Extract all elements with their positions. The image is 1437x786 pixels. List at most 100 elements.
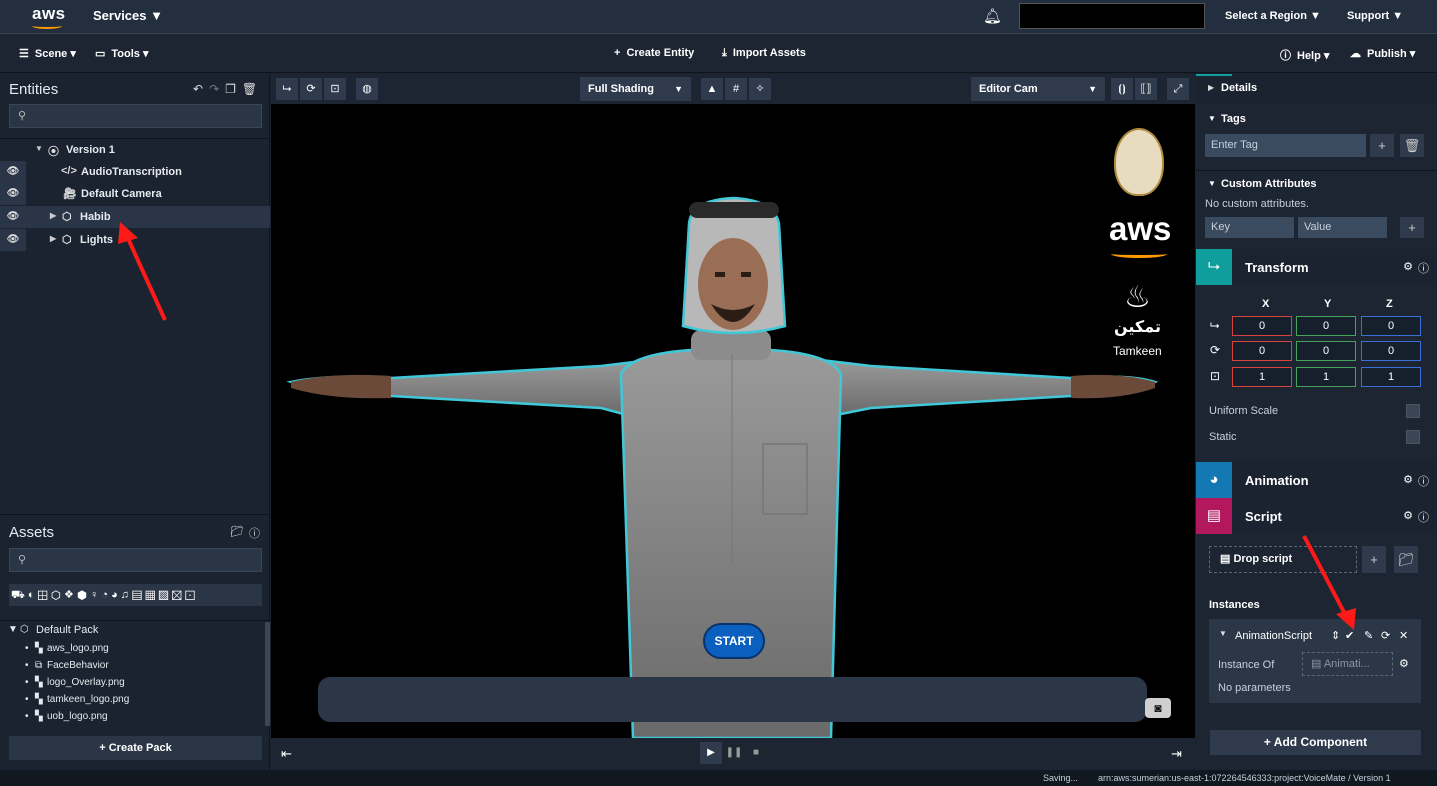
undo-icon[interactable]: ↶ (193, 82, 209, 96)
assets-title: Assets (9, 524, 55, 541)
expand-icon[interactable]: ▶ (50, 211, 56, 220)
publish-menu[interactable]: ☁ Publish ▾ (1350, 47, 1415, 60)
play-button[interactable]: ▶ (700, 742, 722, 764)
trash-icon[interactable]: 🗑︎ (242, 82, 263, 96)
search-icon: ⚲ (18, 110, 27, 122)
script-component-header[interactable]: ▤ Script ⚙ ⓘ (1196, 498, 1437, 534)
tree-row-audiotranscription[interactable]: 👁︎ </> AudioTranscription (0, 161, 270, 183)
frame-icon[interactable]: ⟦⟧ (1135, 78, 1157, 100)
duplicate-icon[interactable]: ❐ (225, 82, 242, 96)
eye-icon[interactable]: 👁︎ (0, 161, 26, 183)
tree-row-version[interactable]: ▼ ⦿ Version 1 (0, 139, 270, 161)
services-menu[interactable]: Services ▼ (93, 8, 163, 23)
help-menu[interactable]: ⓘ Help ▾ (1280, 47, 1329, 63)
create-pack-button[interactable]: + Create Pack (9, 736, 262, 760)
globe-icon[interactable]: ◍ (356, 78, 378, 100)
collapse-icon[interactable]: ▼ (1219, 629, 1227, 638)
vr-headset-icon[interactable]: ◙ (1145, 698, 1171, 718)
cloud-icon: ☁ (1350, 48, 1361, 60)
create-entity-button[interactable]: + Create Entity (614, 47, 694, 59)
scene-menu[interactable]: ☰ Scene ▾ (19, 47, 76, 60)
x-header: X (1262, 298, 1270, 310)
rotate-icon[interactable]: ⟳ (300, 78, 322, 100)
edit-icon[interactable]: ✎ (1364, 629, 1373, 642)
tag-input[interactable]: Enter Tag (1205, 134, 1366, 157)
import-assets-button[interactable]: ⤓ Import Assets (722, 47, 806, 60)
close-icon[interactable]: ✕ (1399, 629, 1408, 642)
rotation-x[interactable]: 0 (1232, 341, 1292, 361)
help-icon[interactable]: ⓘ (1418, 260, 1429, 276)
pause-button[interactable]: ❚❚ (723, 742, 745, 764)
scale-icon[interactable]: ⊡ (324, 78, 346, 100)
rotation-y[interactable]: 0 (1296, 341, 1356, 361)
collapse-icon[interactable]: ▼ (35, 144, 43, 153)
tree-row-default-camera[interactable]: 👁︎ 🎥︎ Default Camera (0, 183, 270, 205)
collapse-icon[interactable]: ▼ (8, 624, 18, 635)
value-input[interactable]: Value (1298, 217, 1387, 238)
bell-icon[interactable]: 🔔︎ (983, 8, 1002, 26)
scale-y[interactable]: 1 (1296, 367, 1356, 387)
add-attribute-button[interactable]: + (1400, 217, 1424, 238)
stop-button[interactable]: ■ (745, 742, 767, 764)
scene-viewport[interactable]: ⮡ ⟳ ⊡ ◍ Full Shading ▼ ▲ # ✧ Editor Cam ▼ … (271, 74, 1195, 770)
translation-x[interactable]: 0 (1232, 316, 1292, 336)
rotation-z[interactable]: 0 (1361, 341, 1421, 361)
expand-icon[interactable]: ▶ (1208, 83, 1214, 92)
account-redacted[interactable] (1019, 3, 1205, 29)
details-header[interactable]: ▶ Details (1196, 74, 1437, 104)
scale-z[interactable]: 1 (1361, 367, 1421, 387)
collapse-right-icon[interactable]: ⇥ (1171, 746, 1182, 762)
grid-icon[interactable]: # (725, 78, 747, 100)
gear-icon[interactable]: ⚙ (1403, 509, 1413, 522)
scale-x[interactable]: 1 (1232, 367, 1292, 387)
fullscreen-icon[interactable]: ⤢ (1167, 78, 1189, 100)
delete-tag-button[interactable]: 🗑︎ (1400, 134, 1424, 157)
window-icon: ▭ (95, 48, 106, 60)
add-component-button[interactable]: + Add Component (1210, 730, 1421, 755)
uniform-scale-checkbox[interactable] (1406, 404, 1420, 418)
static-checkbox[interactable] (1406, 430, 1420, 444)
wand-icon[interactable]: ✧ (749, 78, 771, 100)
expand-icon[interactable]: ▶ (50, 234, 56, 243)
gear-icon[interactable]: ⚙ (1399, 657, 1409, 670)
instance-of-field[interactable]: ▤ Animati... (1302, 652, 1393, 676)
reload-icon[interactable]: ⟳ (1381, 629, 1390, 642)
eye-icon[interactable]: 👁︎ (0, 183, 26, 205)
shading-select[interactable]: Full Shading ▼ (580, 77, 691, 101)
support-menu[interactable]: Support ▼ (1347, 10, 1403, 22)
help-icon[interactable]: ⓘ (1418, 509, 1429, 525)
hamburger-icon: ☰ (19, 48, 29, 60)
add-tag-button[interactable]: + (1370, 134, 1394, 157)
tools-menu[interactable]: ▭ Tools ▾ (95, 47, 149, 60)
no-custom-attrs: No custom attributes. (1205, 198, 1309, 210)
transform-component-header[interactable]: ⮡ Transform ⚙ ⓘ (1196, 249, 1437, 285)
entities-search-input[interactable]: ⚲ (9, 104, 262, 128)
tamkeen-flame-icon: ♨ (1124, 281, 1151, 314)
scrollbar[interactable] (265, 622, 270, 726)
translation-y[interactable]: 0 (1296, 316, 1356, 336)
camera-select[interactable]: Editor Cam ▼ (971, 77, 1105, 101)
start-button[interactable]: START (703, 623, 765, 659)
animation-component-header[interactable]: ◕ Animation ⚙ ⓘ (1196, 462, 1437, 498)
translate-icon[interactable]: ⮡ (276, 78, 298, 100)
region-selector[interactable]: Select a Region ▼ (1225, 10, 1321, 22)
help-icon[interactable]: ⓘ (249, 525, 260, 541)
add-script-button[interactable]: + (1362, 546, 1386, 573)
aws-logo[interactable]: aws (32, 4, 66, 29)
help-icon[interactable]: ⓘ (1418, 473, 1429, 489)
mountain-icon[interactable]: ▲ (701, 78, 723, 100)
focus-icon[interactable]: ⦗⦘ (1111, 78, 1133, 100)
search-icon: ⚲ (18, 554, 27, 566)
key-input[interactable]: Key (1205, 217, 1294, 238)
gear-icon[interactable]: ⚙ (1403, 260, 1413, 273)
asset-filter-icons[interactable]: ⛟◐⊞⬡❖⬢♀◔◕♫▤▦▧⊠⊡ (9, 584, 262, 606)
gear-icon[interactable]: ⚙ (1403, 473, 1413, 486)
redo-icon[interactable]: ↷ (209, 82, 225, 96)
translation-z[interactable]: 0 (1361, 316, 1421, 336)
assets-search-input[interactable]: ⚲ (9, 548, 262, 572)
folder-icon[interactable]: 📁︎ (230, 525, 244, 538)
open-folder-button[interactable]: 📁︎ (1394, 546, 1418, 573)
eye-icon[interactable]: 👁︎ (0, 229, 26, 251)
eye-icon[interactable]: 👁︎ (0, 206, 26, 228)
collapse-left-icon[interactable]: ⇤ (281, 746, 292, 762)
